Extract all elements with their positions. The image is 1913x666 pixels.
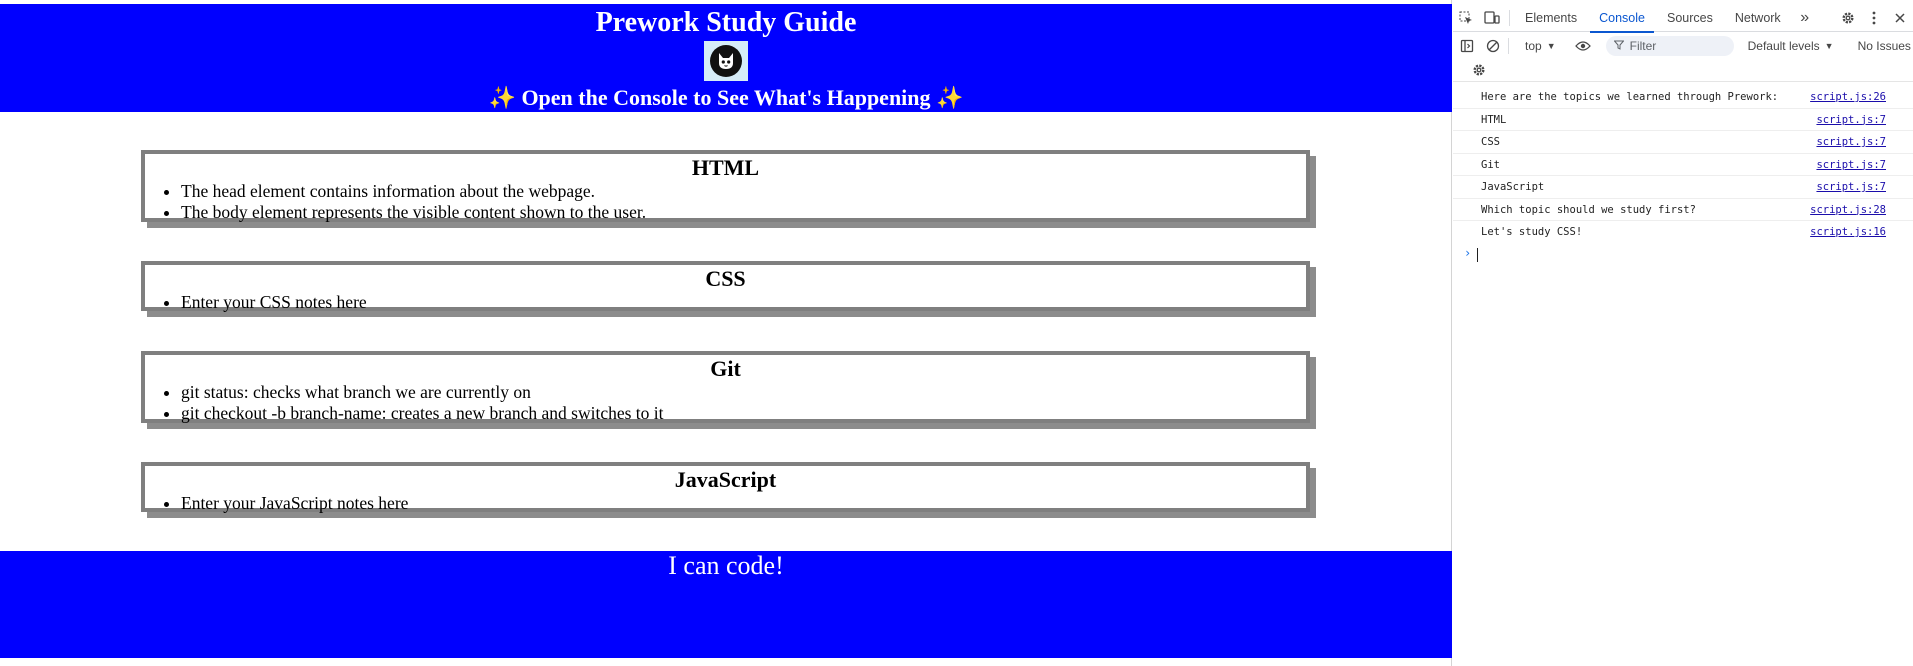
tab-sources[interactable]: Sources xyxy=(1656,4,1724,32)
console-log-line: HTML script.js:7 xyxy=(1453,109,1913,131)
footer-text: I can code! xyxy=(668,551,784,580)
filter-placeholder: Filter xyxy=(1629,39,1657,53)
log-message: Git xyxy=(1481,158,1500,171)
list-item: The head element contains information ab… xyxy=(181,181,1306,202)
console-toolbar: top ▼ Filter Default levels ▼ No Issues xyxy=(1453,33,1913,59)
log-levels-dropdown[interactable]: Default levels ▼ xyxy=(1748,39,1834,53)
sparkles-icon: ✨ xyxy=(936,85,964,110)
live-expression-eye-icon[interactable] xyxy=(1570,33,1596,59)
page-subtitle: ✨ Open the Console to See What's Happeni… xyxy=(0,84,1452,112)
console-log-line: CSS script.js:7 xyxy=(1453,131,1913,154)
clear-console-icon[interactable] xyxy=(1480,33,1506,59)
tab-divider xyxy=(1509,9,1510,26)
more-tabs-icon[interactable]: » xyxy=(1792,5,1818,31)
devtools-panel: Elements Console Sources Network » top ▼… xyxy=(1453,0,1913,666)
more-options-icon[interactable] xyxy=(1861,5,1887,31)
list-item: git status: checks what branch we are cu… xyxy=(181,382,1306,403)
log-message: Let's study CSS! xyxy=(1481,226,1583,238)
dropdown-arrow-icon: ▼ xyxy=(1546,41,1556,51)
list-item: The body element represents the visible … xyxy=(181,202,1306,223)
inspect-element-icon[interactable] xyxy=(1453,5,1479,31)
settings-gear-icon[interactable] xyxy=(1835,5,1861,31)
text-caret xyxy=(1477,247,1478,262)
section-list: Enter your JavaScript notes here xyxy=(145,493,1306,514)
log-source-link[interactable]: script.js:7 xyxy=(1816,154,1886,176)
levels-label: Default levels xyxy=(1747,39,1820,53)
log-message: Here are the topics we learned through P… xyxy=(1481,91,1779,103)
log-source-link[interactable]: script.js:16 xyxy=(1810,221,1886,243)
log-message: Which topic should we study first? xyxy=(1481,203,1696,216)
list-item: git checkout -b branch-name: creates a n… xyxy=(181,403,1306,424)
tab-network[interactable]: Network xyxy=(1724,4,1792,32)
console-settings-row xyxy=(1453,58,1913,82)
log-source-link[interactable]: script.js:26 xyxy=(1810,86,1886,108)
log-message: JavaScript xyxy=(1481,181,1545,193)
console-log-line: Here are the topics we learned through P… xyxy=(1453,86,1913,109)
section-card-css: CSS Enter your CSS notes here xyxy=(141,261,1310,313)
filter-input[interactable]: Filter xyxy=(1605,36,1734,56)
tab-console[interactable]: Console xyxy=(1588,4,1656,33)
dropdown-arrow-icon: ▼ xyxy=(1824,41,1834,51)
toolbar-divider xyxy=(1508,38,1509,54)
section-card-javascript: JavaScript Enter your JavaScript notes h… xyxy=(141,462,1310,514)
console-log-line: Git script.js:7 xyxy=(1453,154,1913,176)
list-item: Enter your CSS notes here xyxy=(181,292,1306,313)
prompt-chevron-icon: › xyxy=(1464,245,1472,260)
webpage-viewport: Prework Study Guide ✨ Open the Console t… xyxy=(0,0,1452,666)
list-item: Enter your JavaScript notes here xyxy=(181,493,1306,514)
subtitle-text: Open the Console to See What's Happening xyxy=(515,85,937,110)
page-header: Prework Study Guide ✨ Open the Console t… xyxy=(0,4,1452,112)
console-output: Here are the topics we learned through P… xyxy=(1453,86,1913,266)
context-label: top xyxy=(1525,39,1542,53)
section-list: git status: checks what branch we are cu… xyxy=(145,382,1306,424)
section-list: The head element contains information ab… xyxy=(145,181,1306,223)
sidebar-toggle-icon[interactable] xyxy=(1454,33,1480,59)
console-log-line: Which topic should we study first? scrip… xyxy=(1453,199,1913,221)
page-footer: I can code! xyxy=(0,551,1452,658)
log-message: HTML xyxy=(1481,113,1507,126)
console-log-line: JavaScript script.js:7 xyxy=(1453,176,1913,199)
log-source-link[interactable]: script.js:28 xyxy=(1810,199,1886,221)
section-list: Enter your CSS notes here xyxy=(145,292,1306,313)
section-title: JavaScript xyxy=(674,467,777,492)
context-dropdown[interactable]: top ▼ xyxy=(1519,39,1562,53)
issues-counter[interactable]: No Issues xyxy=(1858,39,1911,53)
filter-funnel-icon xyxy=(1613,39,1625,53)
section-title: Git xyxy=(710,356,741,381)
log-source-link[interactable]: script.js:7 xyxy=(1816,176,1886,198)
console-prompt-input[interactable]: › xyxy=(1453,244,1913,266)
tab-elements[interactable]: Elements xyxy=(1514,4,1588,32)
log-source-link[interactable]: script.js:7 xyxy=(1816,131,1886,153)
close-icon[interactable] xyxy=(1887,5,1913,31)
devtools-tabbar: Elements Console Sources Network » xyxy=(1453,4,1913,33)
page-title: Prework Study Guide xyxy=(595,7,857,38)
section-title: CSS xyxy=(705,266,746,291)
log-message: CSS xyxy=(1481,136,1500,148)
section-card-html: HTML The head element contains informati… xyxy=(141,150,1310,222)
console-settings-gear-icon[interactable] xyxy=(1466,57,1492,83)
section-title: HTML xyxy=(691,155,760,180)
sparkles-icon: ✨ xyxy=(488,85,516,110)
screen: Prework Study Guide ✨ Open the Console t… xyxy=(0,0,1913,666)
section-card-git: Git git status: checks what branch we ar… xyxy=(141,351,1310,423)
device-toolbar-icon[interactable] xyxy=(1479,5,1505,31)
cat-face-icon xyxy=(710,45,742,77)
log-source-link[interactable]: script.js:7 xyxy=(1816,109,1886,131)
devtools-actions xyxy=(1835,4,1913,32)
logo xyxy=(704,41,748,81)
console-log-line: Let's study CSS! script.js:16 xyxy=(1453,221,1913,244)
